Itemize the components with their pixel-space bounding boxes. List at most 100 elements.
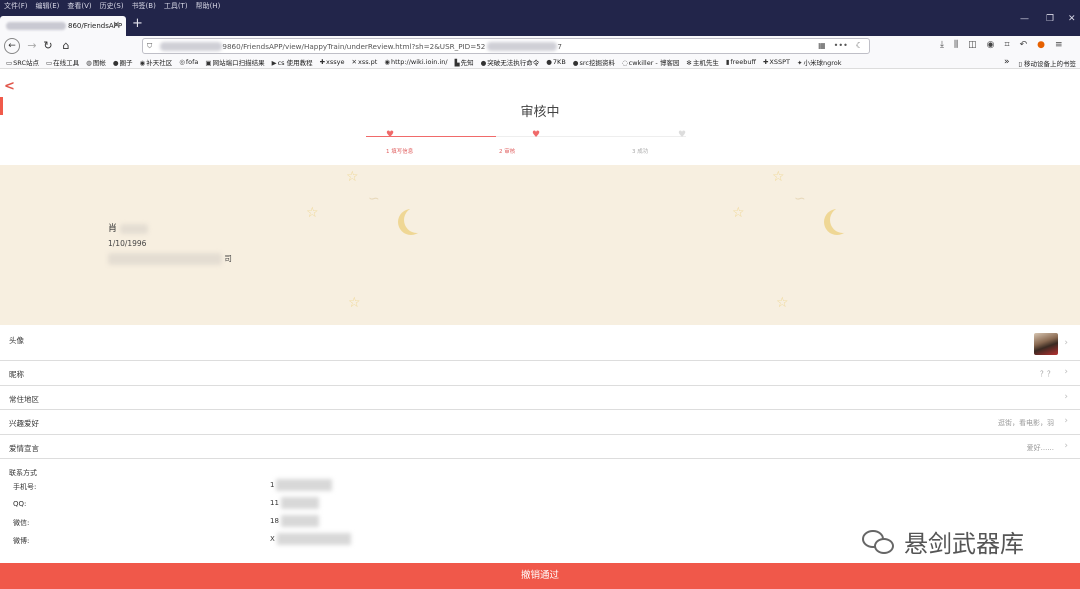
sidebar-icon[interactable]: ◫ xyxy=(968,40,977,50)
contact-value: 1 xyxy=(270,479,333,491)
bookmark-item[interactable]: ▭SRC站点 xyxy=(6,57,39,67)
menu-edit[interactable]: 编辑(E) xyxy=(36,1,60,11)
download-icon[interactable]: ⤓ xyxy=(940,40,944,50)
url-tail: 7 xyxy=(557,41,562,51)
bookmark-item[interactable]: ✚XSSPT xyxy=(763,58,790,66)
screenshot-icon[interactable]: ⌗ xyxy=(1005,40,1010,50)
menu-icon[interactable]: ≡ xyxy=(1055,40,1063,50)
bookmark-item[interactable]: ▣网站端口扫描结果 xyxy=(205,57,264,67)
more-icon[interactable]: ••• xyxy=(834,41,848,50)
star-icon: ☆ xyxy=(732,205,745,221)
minimize-icon[interactable]: — xyxy=(1020,14,1029,24)
bookmark-item[interactable]: ▙先知 xyxy=(455,57,474,67)
reload-icon[interactable]: ↻ xyxy=(40,38,56,54)
revoke-approval-button[interactable]: 撤销通过 xyxy=(0,563,1080,589)
bookmark-item[interactable]: ✦小米球ngrok xyxy=(797,57,841,67)
site-icon: ◉ xyxy=(139,59,146,67)
bookmarks-bar: ▭SRC站点 ▭在线工具 ◍图帐 ●圈子 ◉补天社区 ◎fofa ▣网站端口扫描结果 ▶cs … xyxy=(0,56,1080,69)
bookmark-item[interactable]: ✚xssye xyxy=(320,58,345,66)
bookmark-item[interactable]: ●突破无法执行命令 xyxy=(481,57,540,67)
field-nickname[interactable]: 昵称 ？？ › xyxy=(0,361,1080,386)
chevron-right-icon: › xyxy=(1064,416,1068,426)
menu-view[interactable]: 查看(V) xyxy=(67,1,91,11)
browser-tab[interactable]: 860/FriendsAPP × xyxy=(0,16,126,36)
mobile-bookmarks[interactable]: ▯ 移动设备上的书签 xyxy=(1018,58,1076,68)
bookmark-item[interactable]: ✻主机先生 xyxy=(686,57,718,67)
browser-navbar: ← → ↻ ⌂ ⛉ 9860/FriendsAPP/view/HappyTrai… xyxy=(0,36,1080,56)
redacted-region xyxy=(276,533,351,545)
bookmark-label: cwkiller - 博客园 xyxy=(628,59,680,67)
step-label-2: 2 审核 xyxy=(499,149,516,155)
profile-fields: 头像 › 昵称 ？？ › 常住地区 › 兴趣爱好 逛街，看电影，羽 › 爱情宣言… xyxy=(0,325,1080,459)
swirl-decoration: ∽ xyxy=(368,191,380,207)
home-icon[interactable]: ⌂ xyxy=(58,38,74,54)
star-icon: ☆ xyxy=(776,295,789,311)
bookmark-item[interactable]: ◎fofa xyxy=(179,58,198,66)
contact-label: 微博: xyxy=(13,537,30,545)
back-icon[interactable]: ← xyxy=(4,38,20,54)
redacted-region xyxy=(108,253,222,265)
star-icon: ☆ xyxy=(348,295,361,311)
bookmark-item[interactable]: ◉补天社区 xyxy=(140,57,173,67)
bookmark-item[interactable]: ▶cs 使用教程 xyxy=(272,57,313,67)
redacted-region xyxy=(280,515,319,527)
bookmark-item[interactable]: ▮freebuff xyxy=(726,58,756,66)
avatar[interactable] xyxy=(1034,333,1058,355)
menu-bookmarks[interactable]: 书签(B) xyxy=(132,1,156,11)
heart-icon: ♥ xyxy=(678,130,687,140)
progress-steps: ♥ ♥ ♥ 1 填写信息 2 审核 3 成功 xyxy=(366,130,696,161)
bookmark-label: 圈子 xyxy=(119,59,133,67)
undo-icon[interactable]: ↶ xyxy=(1020,40,1028,50)
window-close-icon[interactable]: ✕ xyxy=(1068,14,1076,24)
pocket-icon[interactable]: ☾ xyxy=(856,41,863,50)
new-tab-button[interactable]: + xyxy=(132,16,143,31)
heart-icon: ♥ xyxy=(386,130,395,140)
bookmark-item[interactable]: ◌cwkiller - 博客园 xyxy=(622,57,679,67)
chevron-right-icon: › xyxy=(1064,392,1068,402)
bookmark-item[interactable]: ●圈子 xyxy=(113,57,133,67)
field-region[interactable]: 常住地区 › xyxy=(0,386,1080,410)
field-label: 头像 xyxy=(9,336,24,345)
bookmark-item[interactable]: ▭在线工具 xyxy=(46,57,79,67)
menu-history[interactable]: 历史(S) xyxy=(100,1,124,11)
menu-tools[interactable]: 工具(T) xyxy=(164,1,188,11)
library-icon[interactable]: ⫼ xyxy=(954,40,958,50)
close-tab-icon[interactable]: × xyxy=(112,20,120,30)
bookmark-item[interactable]: ✕xss.pt xyxy=(352,58,378,66)
qr-code-icon[interactable]: ▦ xyxy=(818,41,826,50)
field-avatar[interactable]: 头像 › xyxy=(0,325,1080,361)
profile-address-text: 司 xyxy=(224,254,232,263)
bookmark-label: 7KB xyxy=(552,58,566,66)
back-arrow-icon[interactable]: < xyxy=(4,79,15,94)
restore-icon[interactable]: ❐ xyxy=(1046,14,1054,24)
firefox-icon[interactable]: ● xyxy=(1037,40,1045,50)
folder-icon: ▭ xyxy=(46,59,53,67)
field-value: 爱好...... xyxy=(1026,444,1054,452)
bookmarks-overflow-icon[interactable]: » xyxy=(1004,57,1010,67)
contact-value: X xyxy=(270,533,351,545)
field-love-declaration[interactable]: 爱情宣言 爱好...... › xyxy=(0,435,1080,459)
account-icon[interactable]: ◉ xyxy=(987,40,995,50)
globe-icon: ◍ xyxy=(86,59,92,67)
field-label: 昵称 xyxy=(9,370,24,379)
bookmark-label: 先知 xyxy=(460,59,474,67)
bookmark-label: 图帐 xyxy=(92,59,106,67)
menu-help[interactable]: 帮助(H) xyxy=(196,1,221,11)
bookmark-label: 网站端口扫描结果 xyxy=(212,59,265,67)
bookmark-item[interactable]: ●src挖掘资料 xyxy=(573,57,615,67)
star-icon: ☆ xyxy=(346,169,359,185)
site-icon: ▙ xyxy=(454,59,460,67)
moon-icon xyxy=(830,207,856,233)
wechat-icon xyxy=(862,528,898,556)
profile-banner: ☆ ☆ ☆ ∽ ☆ ☆ ☆ ∽ 肖 1/10/1996 司 xyxy=(0,165,1080,325)
bookmark-icon: ✕ xyxy=(351,58,357,66)
profile-name-text: 肖 xyxy=(108,224,118,234)
bookmark-item[interactable]: ●7KB xyxy=(546,58,566,66)
forward-icon[interactable]: → xyxy=(24,38,40,54)
bookmark-item[interactable]: ◉http://wiki.ioin.in/ xyxy=(384,58,447,66)
menu-file[interactable]: 文件(F) xyxy=(4,1,28,11)
field-hobbies[interactable]: 兴趣爱好 逛街，看电影，羽 › xyxy=(0,410,1080,435)
bookmark-icon: ✚ xyxy=(762,58,769,66)
url-bar[interactable]: ⛉ 9860/FriendsAPP/view/HappyTrain/underR… xyxy=(142,38,870,54)
bookmark-item[interactable]: ◍图帐 xyxy=(86,57,106,67)
